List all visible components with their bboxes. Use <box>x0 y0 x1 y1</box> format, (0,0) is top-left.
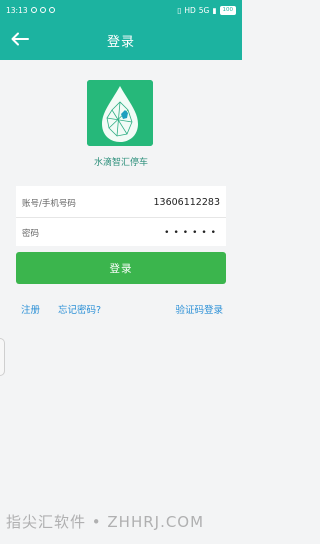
status-time: 13:13 <box>6 5 28 15</box>
password-input[interactable]: •••••• <box>164 228 220 238</box>
account-field[interactable]: 账号/手机号码 13606112283 <box>16 188 226 218</box>
battery-level: 100 <box>219 5 236 15</box>
vibrate-icon: ▯ <box>177 5 182 15</box>
password-label: 密码 <box>22 229 40 239</box>
title-bar: 登录 <box>0 22 242 58</box>
watermark: 指尖汇软件 • ZHHRJ.COM <box>6 513 205 531</box>
back-button[interactable] <box>9 28 31 50</box>
status-right: ▯ HD 5G ▮ 100 <box>177 5 236 15</box>
app-notify-icon <box>48 7 55 13</box>
side-drawer-handle[interactable] <box>0 338 5 376</box>
code-login-link[interactable]: 验证码登录 <box>175 302 223 316</box>
notification-icon <box>30 7 37 13</box>
status-bar: 13:13 ▯ HD 5G ▮ 100 <box>0 0 242 20</box>
signal-label: 5G <box>198 5 210 15</box>
sync-icon <box>39 7 46 13</box>
network-type: HD <box>184 5 196 15</box>
status-left: 13:13 <box>6 6 55 15</box>
account-input[interactable]: 13606112283 <box>154 197 221 208</box>
login-button[interactable]: 登录 <box>16 252 226 284</box>
app-header: 13:13 ▯ HD 5G ▮ 100 登录 <box>0 0 242 60</box>
water-drop-icon <box>87 80 153 146</box>
back-arrow-icon <box>11 32 29 46</box>
signal-icon: ▮ <box>212 5 217 15</box>
register-link[interactable]: 注册 <box>21 302 40 316</box>
password-field[interactable]: 密码 •••••• <box>16 218 226 248</box>
forgot-password-link[interactable]: 忘记密码? <box>58 302 101 316</box>
account-label: 账号/手机号码 <box>22 198 76 209</box>
page-title: 登录 <box>106 34 135 50</box>
login-form: 账号/手机号码 13606112283 密码 •••••• <box>16 186 226 246</box>
app-logo <box>87 80 153 146</box>
app-name: 水滴智汇停车 <box>93 158 148 168</box>
